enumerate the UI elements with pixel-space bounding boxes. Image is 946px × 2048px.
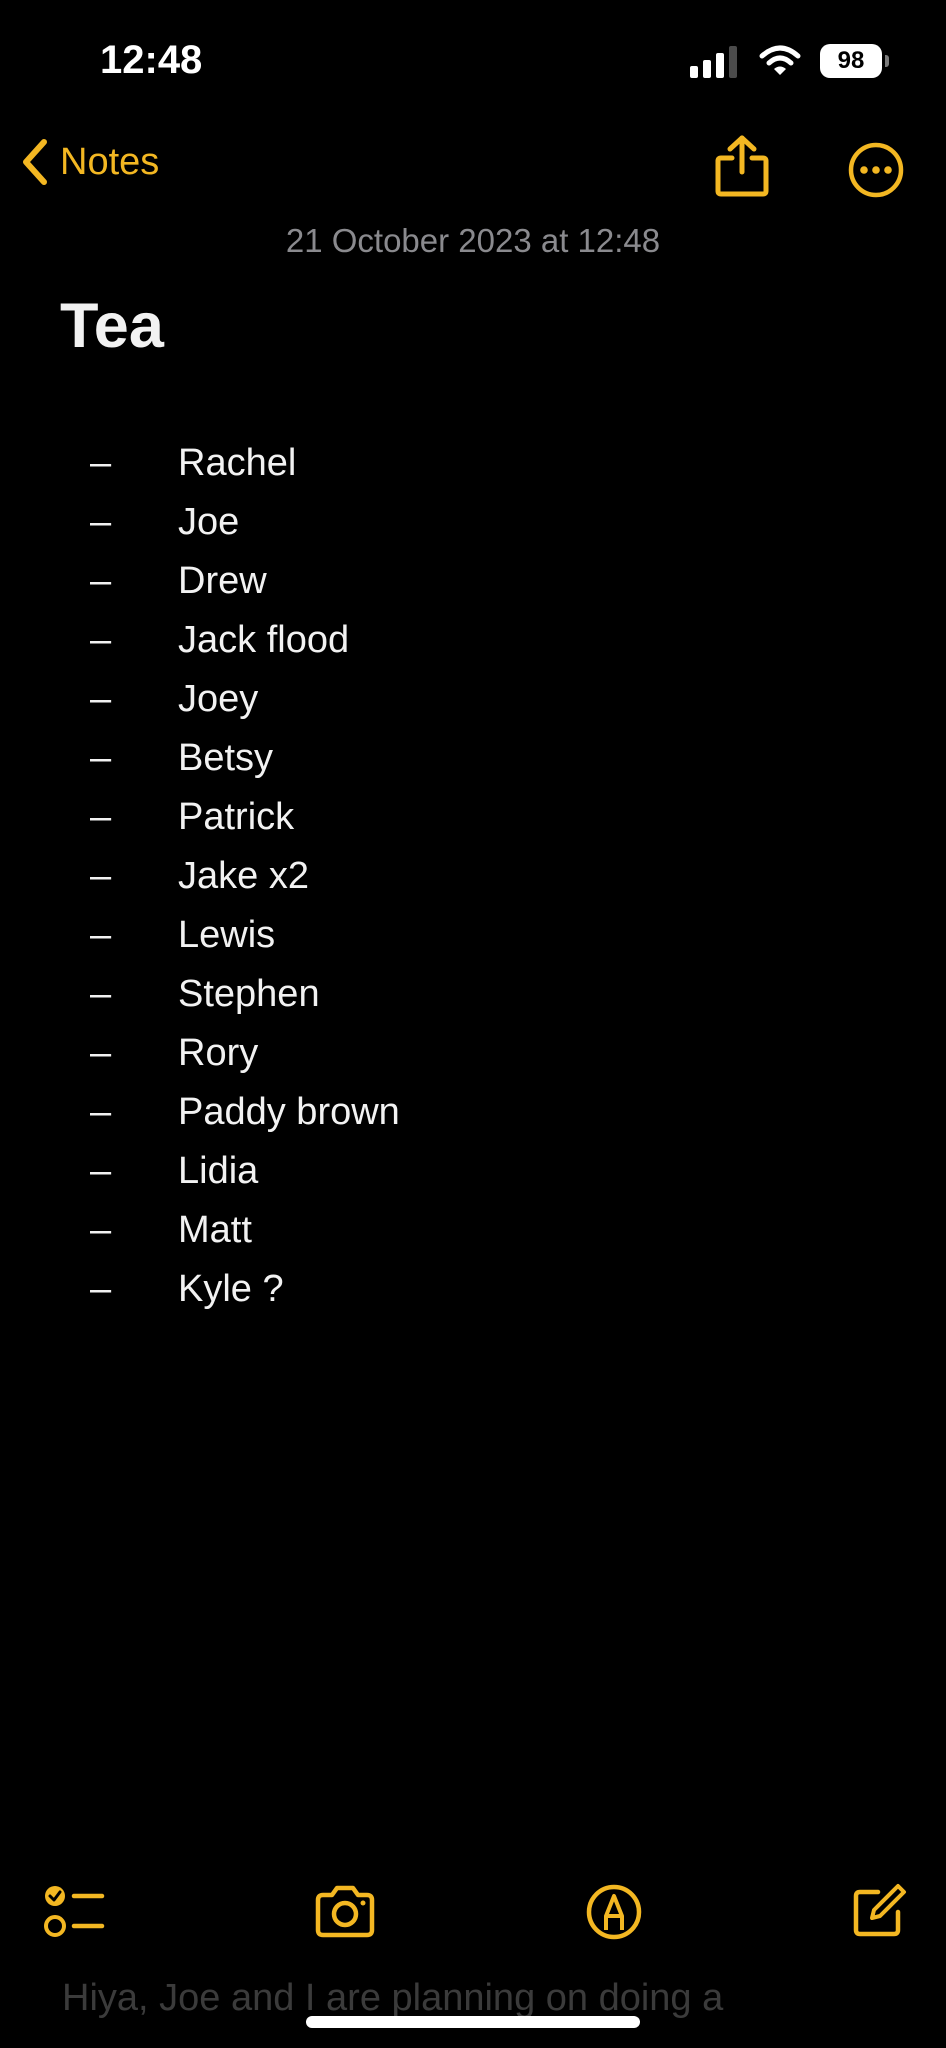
more-button[interactable] [846, 140, 906, 205]
list-item[interactable]: – Jack flood [60, 611, 400, 670]
ellipsis-circle-icon [848, 142, 904, 198]
checklist-icon [44, 1886, 105, 1937]
compose-button[interactable] [848, 1882, 908, 1947]
list-item-text: Stephen [178, 973, 320, 1015]
list-item[interactable]: – Patrick [60, 788, 400, 847]
list-item[interactable]: – Joey [60, 670, 400, 729]
dash-bullet: – [90, 1091, 112, 1133]
dash-bullet: – [90, 619, 112, 661]
dash-bullet: – [90, 560, 112, 602]
dash-bullet: – [90, 1209, 112, 1251]
list-item[interactable]: – Jake x2 [60, 847, 400, 906]
list-item-text: Lidia [178, 1150, 259, 1192]
dash-bullet: – [90, 1268, 112, 1310]
dash-bullet: – [90, 737, 112, 779]
list-item-text: Joey [178, 678, 259, 720]
list-item[interactable]: – Stephen [60, 965, 400, 1024]
compose-icon [853, 1884, 906, 1937]
list-item-text: Rory [178, 1032, 259, 1074]
wifi-icon [759, 45, 801, 75]
dash-bullet: – [90, 1150, 112, 1192]
list-item-text: Lewis [178, 914, 276, 956]
chevron-left-icon [23, 139, 47, 185]
back-label: Notes [60, 140, 160, 183]
dash-bullet: – [90, 796, 112, 838]
dash-bullet: – [90, 678, 112, 720]
status-time: 12:48 [100, 38, 203, 82]
dash-bullet: – [90, 914, 112, 956]
dash-bullet: – [90, 442, 112, 484]
signal-icon [690, 46, 737, 78]
back-button[interactable]: Notes [20, 138, 159, 186]
battery-icon: 98 [820, 44, 889, 78]
list-item-text: Jack flood [178, 619, 350, 661]
note-list[interactable]: – Rachel – Joe – Drew – Jack flood – Joey – Be… [60, 434, 400, 1319]
dash-bullet: – [90, 501, 112, 543]
home-indicator[interactable] [306, 2016, 640, 2028]
list-item-text: Kyle ? [178, 1268, 284, 1310]
list-item-text: Betsy [178, 737, 274, 779]
list-item[interactable]: – Paddy brown [60, 1083, 400, 1142]
note-title[interactable]: Tea [60, 290, 164, 362]
list-item-text: Jake x2 [178, 855, 309, 897]
status-indicators: 98 [690, 44, 889, 78]
list-item[interactable]: – Drew [60, 552, 400, 611]
list-item[interactable]: – Lewis [60, 906, 400, 965]
list-item-text: Paddy brown [178, 1091, 400, 1133]
markup-icon [586, 1884, 642, 1940]
dash-bullet: – [90, 855, 112, 897]
dash-bullet: – [90, 973, 112, 1015]
share-icon [715, 135, 769, 197]
list-item-text: Matt [178, 1209, 252, 1251]
list-item[interactable]: – Rachel [60, 434, 400, 493]
dash-bullet: – [90, 1032, 112, 1074]
list-item-text: Joe [178, 501, 240, 543]
list-item[interactable]: – Kyle ? [60, 1260, 400, 1319]
faint-note-preview: Hiya, Joe and I are planning on doing a [62, 1977, 724, 2019]
list-item-text: Patrick [178, 796, 295, 838]
note-date: 21 October 2023 at 12:48 [285, 222, 661, 259]
list-item-text: Rachel [178, 442, 297, 484]
list-item[interactable]: – Betsy [60, 729, 400, 788]
list-item[interactable]: – Matt [60, 1201, 400, 1260]
camera-icon [315, 1885, 375, 1938]
camera-button[interactable] [312, 1882, 378, 1947]
checklist-button[interactable] [42, 1882, 106, 1947]
markup-button[interactable] [584, 1882, 644, 1947]
list-item[interactable]: – Joe [60, 493, 400, 552]
share-button[interactable] [712, 134, 772, 203]
list-item[interactable]: – Lidia [60, 1142, 400, 1201]
list-item[interactable]: – Rory [60, 1024, 400, 1083]
list-item-text: Drew [178, 560, 267, 602]
